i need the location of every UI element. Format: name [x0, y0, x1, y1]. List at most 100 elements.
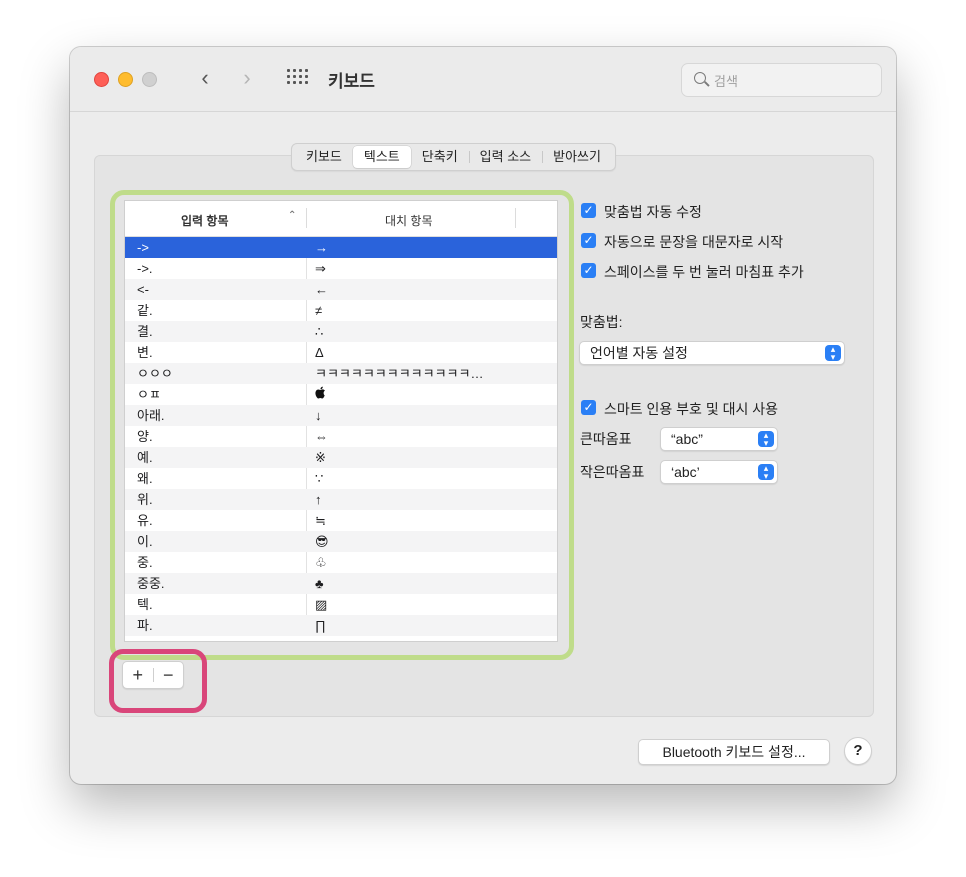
table-row[interactable]: 중중. ♣ [125, 573, 557, 594]
tab-bar: 키보드 텍스트 단축키 입력 소스 받아쓰기 [291, 143, 616, 171]
input-cell: ㅇㅍ [137, 387, 161, 402]
back-arrow-icon[interactable]: ‹ [194, 63, 216, 93]
input-cell: 중중. [137, 576, 165, 591]
single-quotes-value: ‘abc’ [671, 464, 700, 480]
table-row[interactable]: 변. Δ [125, 342, 557, 363]
smart-quotes-label: 스마트 인용 부호 및 대시 사용 [604, 401, 779, 417]
title-bar: ‹ › 키보드 검색 [70, 47, 896, 112]
replace-cell: ⇔ [315, 429, 328, 444]
table-row[interactable]: 텍. ▨ [125, 594, 557, 615]
updown-chevron-icon: ▴ ▾ [758, 464, 774, 481]
table-row[interactable]: 이. 😎 [125, 531, 557, 552]
bluetooth-keyboard-setup-button[interactable]: Bluetooth 키보드 설정... [638, 739, 830, 765]
updown-chevron-icon: ▴ ▾ [758, 431, 774, 448]
replace-cell: ∵ [315, 471, 324, 486]
table-row[interactable]: 유. ≒ [125, 510, 557, 531]
input-cell: ->. [137, 261, 153, 276]
forward-arrow-icon[interactable]: › [236, 63, 258, 93]
spelling-popup[interactable]: 언어별 자동 설정 ▴ ▾ [579, 341, 845, 365]
table-row[interactable]: -> → [125, 237, 557, 258]
spelling-value: 언어별 자동 설정 [590, 345, 688, 361]
replace-cell: ㅋㅋㅋㅋㅋㅋㅋㅋㅋㅋㅋㅋㅋ… [315, 366, 484, 381]
spelling-label: 맞춤법: [580, 314, 623, 330]
add-button[interactable]: + [123, 663, 153, 687]
input-cell: 파. [137, 618, 153, 633]
help-button[interactable]: ? [844, 737, 872, 765]
table-row[interactable]: 예. ※ [125, 447, 557, 468]
replace-cell: ⇒ [315, 261, 326, 276]
tab-input-sources[interactable]: 입력 소스 [468, 146, 542, 168]
tab-dictation[interactable]: 받아쓰기 [542, 146, 612, 168]
table-row[interactable]: 결. ∴ [125, 321, 557, 342]
input-cell: <- [137, 282, 149, 297]
replace-cell: 😎 [315, 534, 329, 549]
replace-cell: ← [315, 282, 328, 297]
apple-logo-icon [315, 384, 326, 405]
zoom-button[interactable] [142, 72, 157, 87]
text-replacement-table[interactable]: 입력 항목 ⌃ 대치 항목 -> → ->. ⇒ <- ← 같. ≠ 결. ∴ 변. Δ ㅇㅇㅇ ㅋㅋㅋㅋ… [124, 200, 558, 642]
replace-cell: Δ [315, 345, 324, 360]
input-cell: 같. [137, 303, 153, 318]
input-cell: 왜. [137, 471, 153, 486]
replace-cell: ♧ [315, 555, 327, 570]
capitalize-checkbox[interactable]: ✓ [581, 233, 596, 248]
input-cell: -> [137, 240, 149, 255]
input-cell: 변. [137, 345, 153, 360]
table-header: 입력 항목 ⌃ 대치 항목 [125, 201, 557, 237]
input-cell: 위. [137, 492, 153, 507]
sort-ascending-icon: ⌃ [288, 210, 297, 221]
replace-cell: ≒ [315, 513, 326, 528]
input-cell: 유. [137, 513, 153, 528]
tab-text[interactable]: 텍스트 [352, 146, 411, 168]
column-header-input[interactable]: 입력 항목 [181, 212, 229, 229]
capitalize-label: 자동으로 문장을 대문자로 시작 [604, 234, 784, 250]
table-row[interactable]: 같. ≠ [125, 300, 557, 321]
table-row[interactable]: 양. ⇔ [125, 426, 557, 447]
table-row[interactable]: 중. ♧ [125, 552, 557, 573]
table-row[interactable]: 위. ↑ [125, 489, 557, 510]
keyboard-preferences-window: ‹ › 키보드 검색 키보드 텍스트 단축키 입력 소스 받아쓰기 입력 항목 … [70, 47, 896, 784]
autocorrect-checkbox[interactable]: ✓ [581, 203, 596, 218]
tab-shortcuts[interactable]: 단축키 [411, 146, 469, 168]
table-row[interactable]: 파. ∏ [125, 615, 557, 636]
replace-cell: ↓ [315, 408, 322, 423]
replace-cell: ♣ [315, 576, 324, 591]
window-title: 키보드 [328, 72, 375, 91]
double-quotes-popup[interactable]: “abc” ▴ ▾ [660, 427, 778, 451]
double-space-period-label: 스페이스를 두 번 눌러 마침표 추가 [604, 264, 804, 280]
smart-quotes-checkbox[interactable]: ✓ [581, 400, 596, 415]
table-row[interactable]: ㅇㅍ [125, 384, 557, 405]
replace-cell: ∏ [315, 618, 326, 633]
search-field[interactable]: 검색 [681, 63, 882, 97]
single-quotes-label: 작은따옴표 [580, 464, 645, 480]
input-cell: ㅇㅇㅇ [137, 366, 173, 381]
replace-cell: ↑ [315, 492, 322, 507]
single-quotes-popup[interactable]: ‘abc’ ▴ ▾ [660, 460, 778, 484]
search-placeholder: 검색 [714, 74, 738, 89]
double-quotes-label: 큰따옴표 [580, 431, 632, 447]
double-space-period-checkbox[interactable]: ✓ [581, 263, 596, 278]
close-button[interactable] [94, 72, 109, 87]
input-cell: 중. [137, 555, 153, 570]
updown-chevron-icon: ▴ ▾ [825, 345, 841, 362]
show-all-grid-icon[interactable] [287, 69, 308, 87]
tab-keyboard[interactable]: 키보드 [295, 146, 353, 168]
input-cell: 결. [137, 324, 153, 339]
double-quotes-value: “abc” [671, 431, 703, 447]
replace-cell: ※ [315, 450, 326, 465]
add-remove-control: + − [122, 661, 184, 689]
table-rows: -> → ->. ⇒ <- ← 같. ≠ 결. ∴ 변. Δ ㅇㅇㅇ ㅋㅋㅋㅋㅋㅋㅋㅋㅋㅋㅋㅋㅋ… ㅇㅍ 아래… [125, 237, 557, 636]
table-row[interactable]: ㅇㅇㅇ ㅋㅋㅋㅋㅋㅋㅋㅋㅋㅋㅋㅋㅋ… [125, 363, 557, 384]
minimize-button[interactable] [118, 72, 133, 87]
autocorrect-label: 맞춤법 자동 수정 [604, 204, 702, 220]
input-cell: 이. [137, 534, 153, 549]
table-row[interactable]: 왜. ∵ [125, 468, 557, 489]
column-header-replace[interactable]: 대치 항목 [385, 212, 433, 229]
replace-cell: → [315, 240, 328, 255]
remove-button[interactable]: − [154, 663, 184, 687]
table-row[interactable]: ->. ⇒ [125, 258, 557, 279]
input-cell: 텍. [137, 597, 153, 612]
table-row[interactable]: <- ← [125, 279, 557, 300]
replace-cell: ≠ [315, 303, 323, 318]
table-row[interactable]: 아래. ↓ [125, 405, 557, 426]
